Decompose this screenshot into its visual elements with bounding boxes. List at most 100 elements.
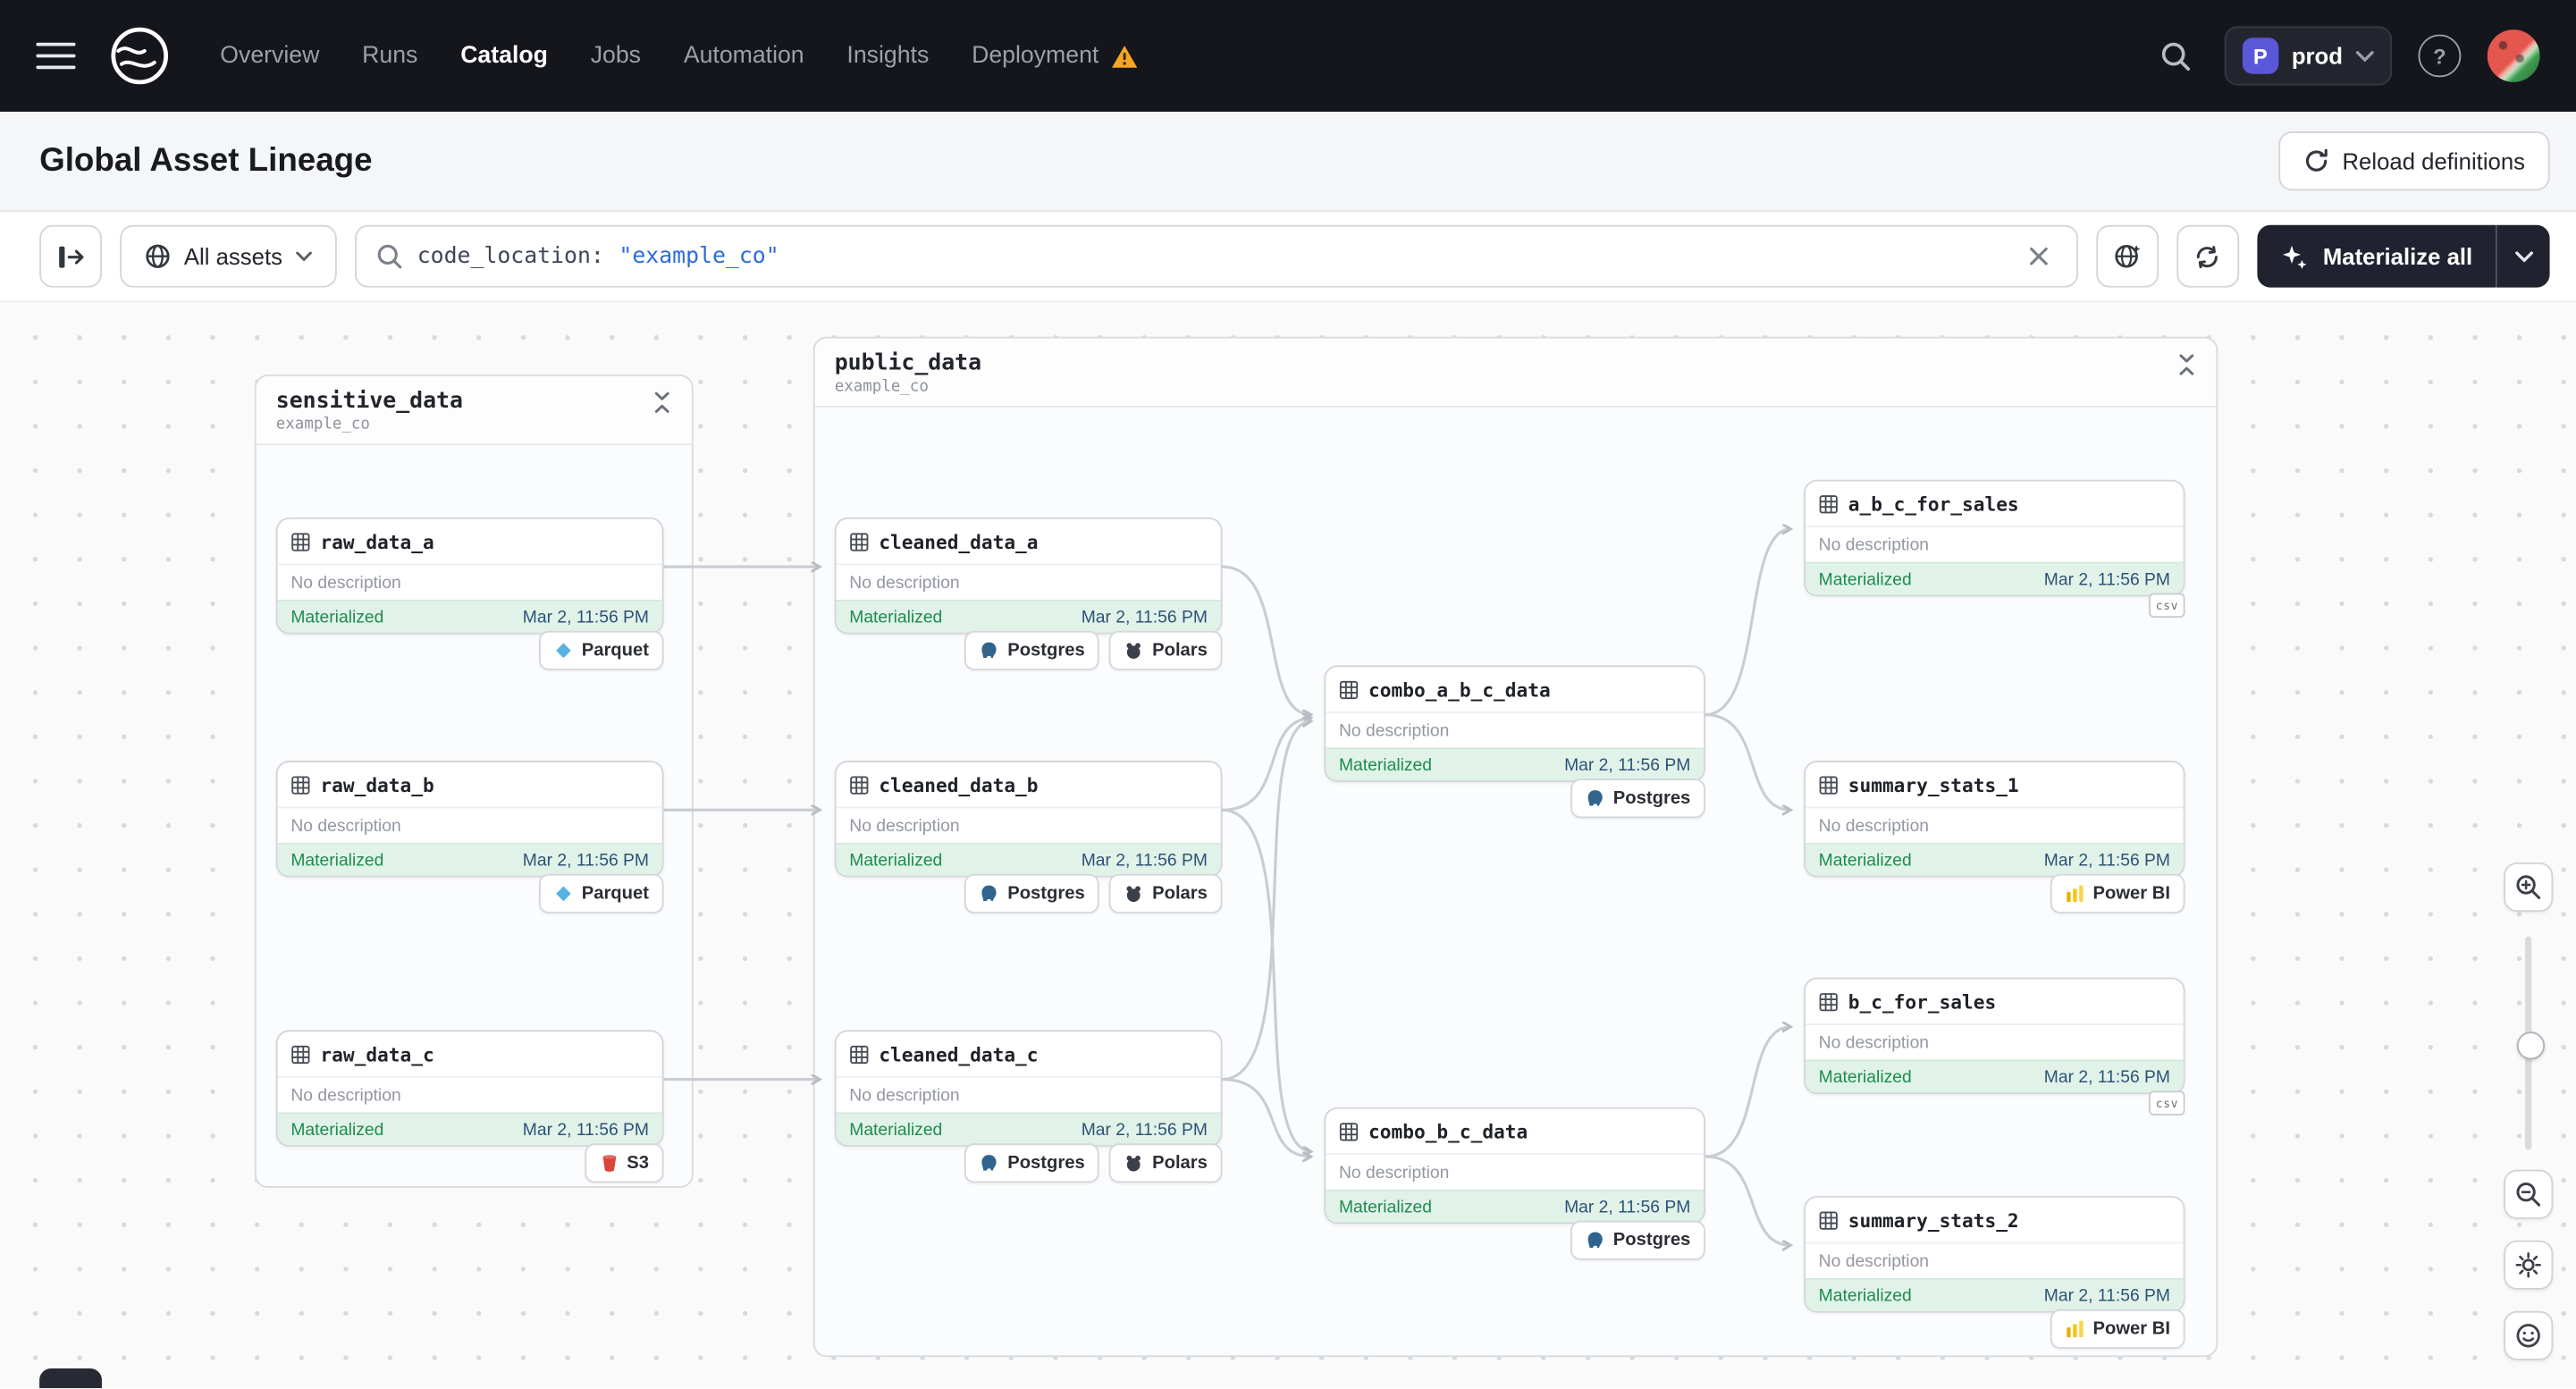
refresh-button[interactable] <box>2176 224 2240 288</box>
top-nav: Overview Runs Catalog Jobs Automation In… <box>0 0 2576 112</box>
group-title: public_data <box>834 349 982 376</box>
globe-settings-icon <box>2115 244 2141 268</box>
materialize-all-split-button: Materialize all <box>2257 224 2550 288</box>
table-icon <box>1819 494 1838 513</box>
graph-settings-button[interactable] <box>2504 1240 2554 1290</box>
tag-s3[interactable]: S3 <box>584 1143 664 1183</box>
powerbi-icon <box>2067 1320 2084 1338</box>
zoom-slider[interactable] <box>2504 936 2553 1150</box>
postgres-icon <box>981 642 998 659</box>
bottom-left-widget[interactable] <box>39 1368 102 1389</box>
powerbi-icon <box>2067 885 2084 903</box>
tag-powerbi[interactable]: Power BI <box>2050 873 2185 913</box>
collapse-group-icon[interactable] <box>651 391 677 417</box>
asset-scope-button[interactable]: All assets <box>120 224 337 288</box>
page-title: Global Asset Lineage <box>39 141 373 179</box>
asset-node[interactable]: b_c_for_sales No description Materialize… <box>1804 977 2185 1095</box>
feedback-button[interactable] <box>2504 1310 2554 1360</box>
asset-node[interactable]: combo_a_b_c_data No description Material… <box>1324 665 1705 782</box>
search-query-key: code_location: <box>417 243 604 270</box>
s3-icon <box>602 1155 616 1172</box>
nav-item-catalog[interactable]: Catalog <box>460 43 548 69</box>
tag-postgres[interactable]: Postgres <box>964 873 1100 913</box>
asset-status: Materialized Mar 2, 11:56 PM <box>277 599 662 633</box>
nav-links: Overview Runs Catalog Jobs Automation In… <box>220 43 1138 69</box>
tag-powerbi[interactable]: Power BI <box>2050 1309 2185 1350</box>
tag-parquet[interactable]: Parquet <box>538 630 664 670</box>
avatar[interactable] <box>2487 29 2540 82</box>
group-subtitle: example_co <box>275 416 370 434</box>
deployment-switcher[interactable]: P prod <box>2224 26 2393 86</box>
tag-postgres[interactable]: Postgres <box>1570 1220 1705 1260</box>
materialized-label: Materialized <box>290 607 384 627</box>
sparkle-icon <box>2282 244 2307 269</box>
table-icon <box>291 1044 310 1064</box>
asset-node[interactable]: cleaned_data_a No description Materializ… <box>834 517 1223 635</box>
asset-name: summary_stats_1 <box>1848 772 2019 796</box>
asset-node[interactable]: combo_b_c_data No description Materializ… <box>1324 1107 1705 1225</box>
asset-status: Materialized Mar 2, 11:56 PM <box>277 842 662 876</box>
menu-icon[interactable] <box>36 36 76 75</box>
postgres-icon <box>1587 790 1603 806</box>
chevron-down-icon <box>2514 250 2533 262</box>
table-icon <box>1339 679 1359 699</box>
asset-search-input[interactable]: code_location: "example_co" <box>354 224 2078 288</box>
table-icon <box>850 532 869 551</box>
clear-search-icon[interactable] <box>2021 239 2057 274</box>
nav-item-overview[interactable]: Overview <box>220 43 319 69</box>
reload-definitions-button[interactable]: Reload definitions <box>2277 131 2550 191</box>
reload-icon <box>2305 148 2328 172</box>
zoom-slider-handle[interactable] <box>2516 1031 2546 1060</box>
tag-postgres[interactable]: Postgres <box>964 1143 1100 1183</box>
face-icon <box>2516 1324 2540 1348</box>
group-title: sensitive_data <box>275 387 463 415</box>
zoom-out-button[interactable] <box>2504 1169 2554 1219</box>
asset-node[interactable]: cleaned_data_c No description Materializ… <box>834 1030 1223 1147</box>
help-button[interactable]: ? <box>2418 34 2462 78</box>
search-query-value: "example_co" <box>619 243 779 270</box>
tag-polars[interactable]: Polars <box>1109 873 1223 913</box>
collapse-group-icon[interactable] <box>2176 353 2201 379</box>
materialize-all-button[interactable]: Materialize all <box>2257 225 2496 288</box>
asset-node[interactable]: raw_data_a No description Materialized M… <box>275 517 664 635</box>
tag-polars[interactable]: Polars <box>1109 1143 1223 1183</box>
polars-icon <box>1127 886 1141 903</box>
asset-description: No description <box>290 572 401 593</box>
asset-node[interactable]: a_b_c_for_sales No description Materiali… <box>1804 479 2185 597</box>
asset-node[interactable]: raw_data_c No description Materialized M… <box>275 1030 664 1147</box>
zoom-in-button[interactable] <box>2504 862 2554 913</box>
graph-filter-button[interactable] <box>2096 224 2159 288</box>
nav-item-jobs[interactable]: Jobs <box>591 43 641 69</box>
asset-name: b_c_for_sales <box>1848 989 1997 1014</box>
search-icon[interactable] <box>2155 35 2198 78</box>
tag-parquet[interactable]: Parquet <box>538 873 664 913</box>
asset-name: cleaned_data_b <box>879 772 1039 796</box>
dagster-logo-icon[interactable] <box>105 21 174 90</box>
table-icon <box>850 775 869 794</box>
asset-node[interactable]: summary_stats_1 No description Materiali… <box>1804 760 2185 878</box>
table-icon <box>850 1044 869 1064</box>
nav-item-insights[interactable]: Insights <box>846 43 929 69</box>
nav-item-automation[interactable]: Automation <box>684 43 804 69</box>
nav-item-runs[interactable]: Runs <box>362 43 417 69</box>
asset-node[interactable]: cleaned_data_b No description Materializ… <box>834 760 1223 878</box>
lineage-canvas[interactable]: sensitive_data example_co public_data ex… <box>0 302 2576 1389</box>
tag-postgres[interactable]: Postgres <box>964 630 1100 670</box>
csv-kind-icon[interactable]: csv <box>2149 593 2185 619</box>
toggle-sidebar-button[interactable] <box>39 224 102 288</box>
asset-node[interactable]: summary_stats_2 No description Materiali… <box>1804 1196 2185 1313</box>
page-header: Global Asset Lineage Reload definitions <box>0 111 2576 213</box>
csv-kind-icon[interactable]: csv <box>2149 1090 2185 1116</box>
asset-node[interactable]: raw_data_b No description Materialized M… <box>275 760 664 878</box>
gear-icon <box>2515 1252 2541 1278</box>
nav-item-deployment[interactable]: Deployment <box>972 43 1138 69</box>
warning-icon <box>1111 45 1137 67</box>
chevron-down-icon <box>2355 50 2374 62</box>
tag-polars[interactable]: Polars <box>1109 630 1223 670</box>
tag-postgres[interactable]: Postgres <box>1570 779 1705 819</box>
asset-name: cleaned_data_a <box>879 529 1039 553</box>
materialize-options-button[interactable] <box>2495 224 2550 288</box>
polars-icon <box>1127 643 1141 660</box>
table-icon <box>1819 1210 1838 1229</box>
postgres-icon <box>981 885 998 902</box>
